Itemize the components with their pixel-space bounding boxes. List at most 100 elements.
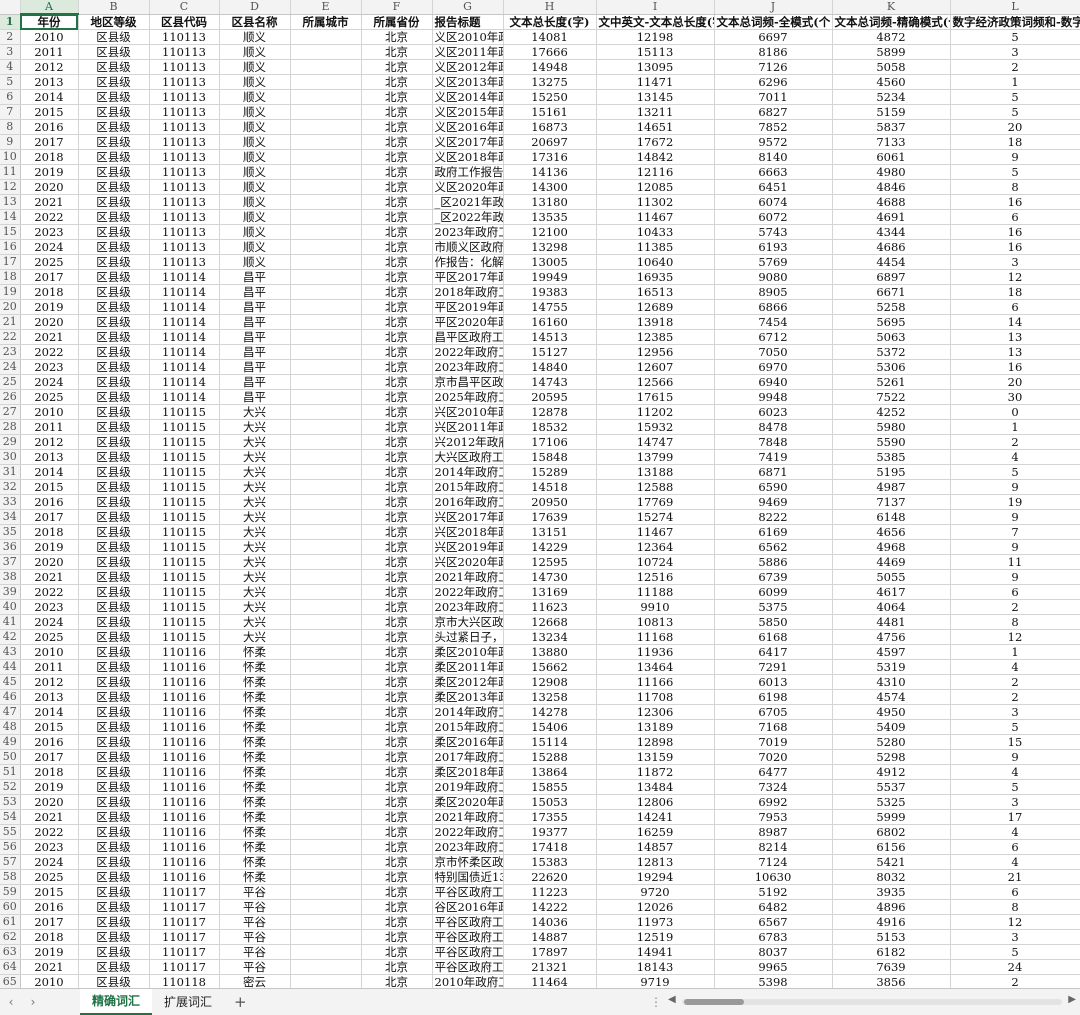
cell-i[interactable]: 11188 bbox=[596, 584, 715, 600]
cell-d[interactable]: 怀柔 bbox=[219, 794, 291, 810]
cell-b[interactable]: 区县级 bbox=[78, 764, 150, 780]
cell-a[interactable]: 2015 bbox=[20, 104, 79, 120]
cell-i[interactable]: 19294 bbox=[596, 869, 715, 885]
sheet-tab-precise-terms[interactable]: 精确词汇 bbox=[80, 989, 153, 1015]
cell-l[interactable]: 2 bbox=[950, 599, 1080, 615]
cell-a[interactable]: 2015 bbox=[20, 719, 79, 735]
row-number[interactable]: 45 bbox=[0, 674, 21, 690]
cell-i[interactable]: 13095 bbox=[596, 59, 715, 75]
row-number[interactable]: 40 bbox=[0, 599, 21, 615]
cell-d[interactable]: 怀柔 bbox=[219, 749, 291, 765]
cell-e[interactable]: 所属城市 bbox=[290, 14, 362, 30]
cell-k[interactable]: 4064 bbox=[832, 599, 951, 615]
cell-h[interactable]: 19383 bbox=[503, 284, 597, 300]
cell-j[interactable]: 7852 bbox=[714, 119, 833, 135]
cell-l[interactable]: 5 bbox=[950, 719, 1080, 735]
cell-h[interactable]: 11464 bbox=[503, 974, 597, 988]
cell-k[interactable]: 6897 bbox=[832, 269, 951, 285]
cell-c[interactable]: 110114 bbox=[149, 299, 220, 315]
cell-i[interactable]: 12306 bbox=[596, 704, 715, 720]
cell-b[interactable]: 区县级 bbox=[78, 194, 150, 210]
cell-e[interactable] bbox=[290, 764, 362, 780]
cell-h[interactable]: 11223 bbox=[503, 884, 597, 900]
cell-h[interactable]: 13864 bbox=[503, 764, 597, 780]
cell-h[interactable]: 14840 bbox=[503, 359, 597, 375]
cell-k[interactable]: 5837 bbox=[832, 119, 951, 135]
cell-f[interactable]: 北京 bbox=[361, 479, 433, 495]
cell-j[interactable]: 6697 bbox=[714, 29, 833, 45]
cell-d[interactable]: 昌平 bbox=[219, 299, 291, 315]
cell-e[interactable] bbox=[290, 284, 362, 300]
cell-a[interactable]: 2025 bbox=[20, 254, 79, 270]
cell-i[interactable]: 10640 bbox=[596, 254, 715, 270]
cell-l[interactable]: 8 bbox=[950, 899, 1080, 915]
row-number[interactable]: 58 bbox=[0, 869, 21, 885]
cell-j[interactable]: 7324 bbox=[714, 779, 833, 795]
cell-j[interactable]: 6417 bbox=[714, 644, 833, 660]
cell-a[interactable]: 2020 bbox=[20, 794, 79, 810]
cell-j[interactable]: 7050 bbox=[714, 344, 833, 360]
cell-g[interactable]: 2018年政府工 bbox=[432, 284, 504, 300]
cell-a[interactable]: 2013 bbox=[20, 449, 79, 465]
cell-k[interactable]: 5153 bbox=[832, 929, 951, 945]
cell-k[interactable]: 4617 bbox=[832, 584, 951, 600]
cell-d[interactable]: 顺义 bbox=[219, 224, 291, 240]
cell-k[interactable]: 5258 bbox=[832, 299, 951, 315]
cell-c[interactable]: 110113 bbox=[149, 29, 220, 45]
cell-h[interactable]: 14278 bbox=[503, 704, 597, 720]
cell-e[interactable] bbox=[290, 839, 362, 855]
cell-i[interactable]: 13464 bbox=[596, 659, 715, 675]
cell-g[interactable]: 2015年政府工 bbox=[432, 719, 504, 735]
cell-i[interactable]: 11467 bbox=[596, 524, 715, 540]
cell-i[interactable]: 12689 bbox=[596, 299, 715, 315]
cell-g[interactable]: 平区2017年政府 bbox=[432, 269, 504, 285]
cell-e[interactable] bbox=[290, 434, 362, 450]
cell-k[interactable]: 5385 bbox=[832, 449, 951, 465]
cell-j[interactable]: 6866 bbox=[714, 299, 833, 315]
cell-f[interactable]: 北京 bbox=[361, 164, 433, 180]
cell-b[interactable]: 区县级 bbox=[78, 929, 150, 945]
cell-c[interactable]: 110114 bbox=[149, 374, 220, 390]
cell-d[interactable]: 顺义 bbox=[219, 44, 291, 60]
cell-h[interactable]: 12100 bbox=[503, 224, 597, 240]
cell-k[interactable]: 6671 bbox=[832, 284, 951, 300]
cell-c[interactable]: 110115 bbox=[149, 434, 220, 450]
cell-i[interactable]: 11471 bbox=[596, 74, 715, 90]
cell-h[interactable]: 19949 bbox=[503, 269, 597, 285]
cell-h[interactable]: 17897 bbox=[503, 944, 597, 960]
row-number[interactable]: 22 bbox=[0, 329, 21, 345]
cell-k[interactable]: 4656 bbox=[832, 524, 951, 540]
cell-g[interactable]: 柔区2010年政府 bbox=[432, 644, 504, 660]
cell-g[interactable]: 2019年政府工 bbox=[432, 779, 504, 795]
cell-g[interactable]: 2022年政府工 bbox=[432, 824, 504, 840]
row-number[interactable]: 49 bbox=[0, 734, 21, 750]
cell-e[interactable] bbox=[290, 179, 362, 195]
cell-e[interactable] bbox=[290, 449, 362, 465]
cell-h[interactable]: 15114 bbox=[503, 734, 597, 750]
row-number[interactable]: 56 bbox=[0, 839, 21, 855]
cell-b[interactable]: 区县级 bbox=[78, 839, 150, 855]
cell-g[interactable]: 2014年政府工 bbox=[432, 464, 504, 480]
cell-h[interactable]: 13234 bbox=[503, 629, 597, 645]
row-number[interactable]: 13 bbox=[0, 194, 21, 210]
cell-e[interactable] bbox=[290, 974, 362, 988]
cell-c[interactable]: 110115 bbox=[149, 554, 220, 570]
cell-g[interactable]: 义区2017年政府 bbox=[432, 134, 504, 150]
row-number[interactable]: 35 bbox=[0, 524, 21, 540]
cell-k[interactable]: 5298 bbox=[832, 749, 951, 765]
cell-g[interactable]: 市顺义区政府 bbox=[432, 239, 504, 255]
cell-b[interactable]: 区县级 bbox=[78, 659, 150, 675]
cell-f[interactable]: 北京 bbox=[361, 179, 433, 195]
cell-c[interactable]: 110115 bbox=[149, 599, 220, 615]
cell-d[interactable]: 昌平 bbox=[219, 269, 291, 285]
column-header-c[interactable]: C bbox=[149, 0, 220, 15]
row-number[interactable]: 54 bbox=[0, 809, 21, 825]
cell-h[interactable]: 15406 bbox=[503, 719, 597, 735]
cell-l[interactable]: 9 bbox=[950, 749, 1080, 765]
cell-j[interactable]: 6074 bbox=[714, 194, 833, 210]
cell-c[interactable]: 110115 bbox=[149, 614, 220, 630]
cell-k[interactable]: 4968 bbox=[832, 539, 951, 555]
cell-e[interactable] bbox=[290, 134, 362, 150]
cell-a[interactable]: 2022 bbox=[20, 584, 79, 600]
cell-b[interactable]: 区县级 bbox=[78, 284, 150, 300]
